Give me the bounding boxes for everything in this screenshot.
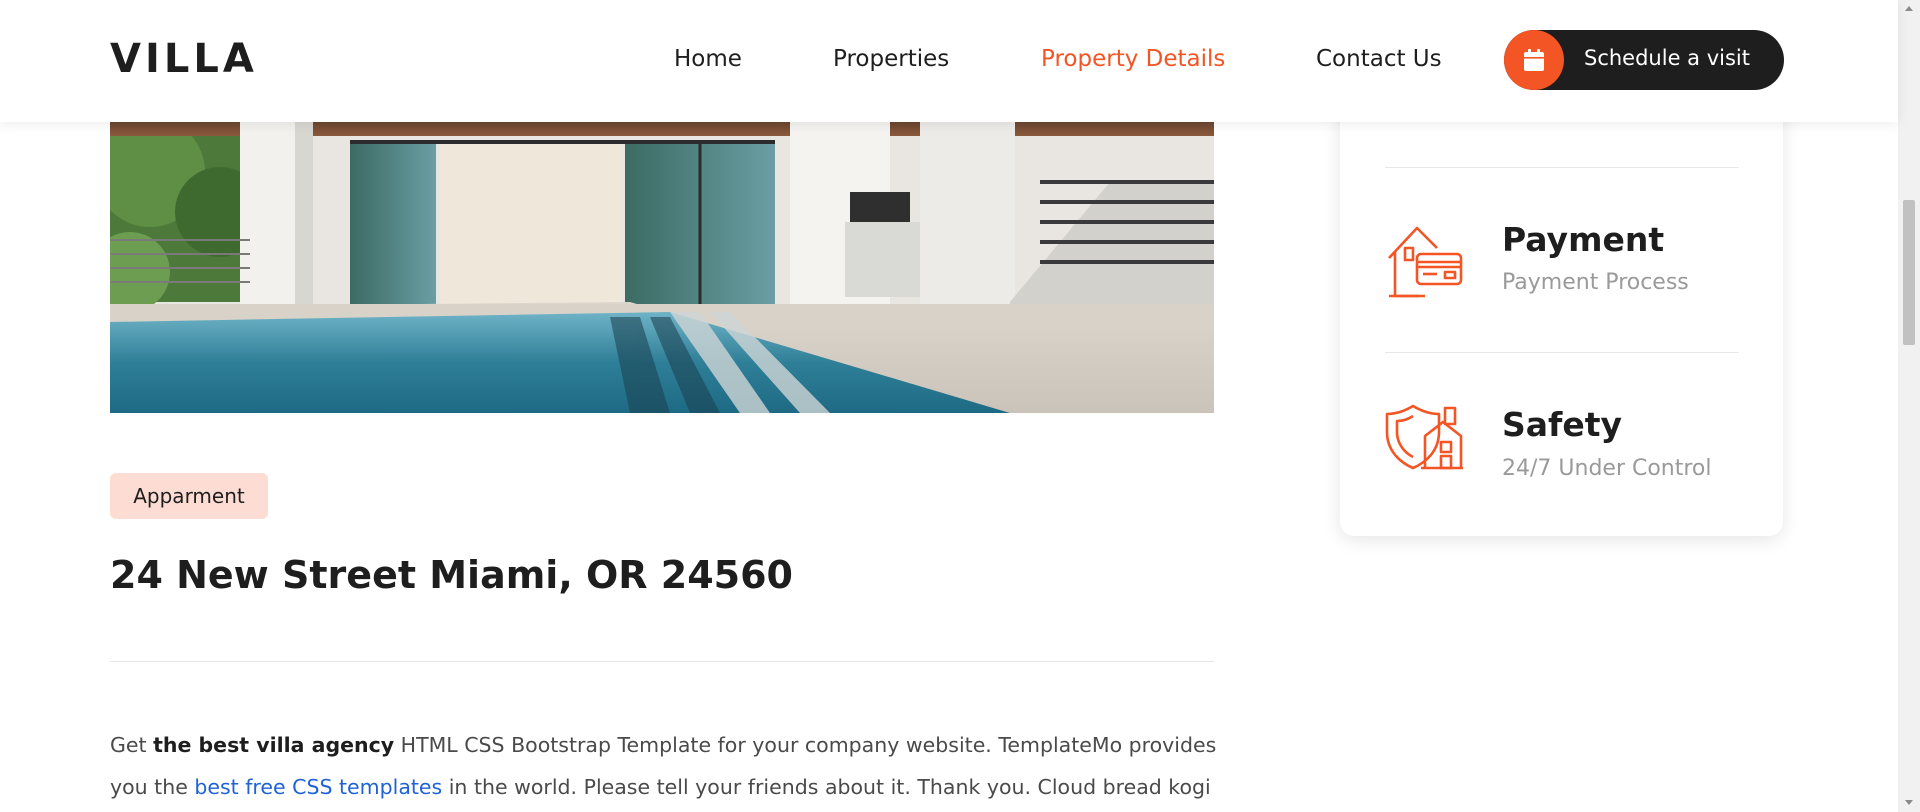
schedule-visit-button[interactable]: Schedule a visit — [1504, 30, 1784, 90]
scrollbar-thumb[interactable] — [1903, 200, 1915, 345]
schedule-visit-label: Schedule a visit — [1584, 46, 1750, 70]
scroll-up-arrow-icon[interactable] — [1905, 6, 1913, 11]
nav-properties[interactable]: Properties — [833, 46, 949, 72]
property-type-tag: Apparment — [110, 473, 268, 519]
desc-text-1: Get — [110, 733, 154, 757]
safety-subtitle: 24/7 Under Control — [1502, 456, 1712, 481]
property-photo — [110, 122, 1214, 413]
calendar-icon — [1504, 30, 1564, 90]
desc-bold-text: the best villa agency — [153, 733, 395, 757]
desc-text-3: in the world. Please tell your friends a… — [442, 775, 1211, 799]
section-divider — [110, 661, 1214, 662]
house-payment-icon — [1385, 218, 1465, 304]
card-divider — [1385, 167, 1739, 168]
free-templates-link[interactable]: best free CSS templates — [194, 775, 442, 799]
info-card: Payment Payment Process Safety 24/7 Unde… — [1340, 60, 1783, 536]
page-scrollbar[interactable] — [1898, 0, 1920, 812]
property-description: Get the best villa agency HTML CSS Boots… — [110, 724, 1220, 808]
property-title: 24 New Street Miami, OR 24560 — [110, 553, 793, 597]
nav-property-details[interactable]: Property Details — [1041, 46, 1225, 72]
site-header: VILLA Home Properties Property Details C… — [0, 0, 1898, 122]
payment-subtitle: Payment Process — [1502, 270, 1689, 295]
nav-home[interactable]: Home — [674, 46, 742, 72]
card-divider — [1385, 352, 1739, 353]
payment-title: Payment — [1502, 220, 1665, 259]
scroll-down-arrow-icon[interactable] — [1905, 800, 1913, 805]
site-logo[interactable]: VILLA — [110, 36, 258, 82]
shield-house-icon — [1385, 402, 1465, 476]
nav-contact-us[interactable]: Contact Us — [1316, 46, 1442, 72]
safety-title: Safety — [1502, 405, 1623, 444]
